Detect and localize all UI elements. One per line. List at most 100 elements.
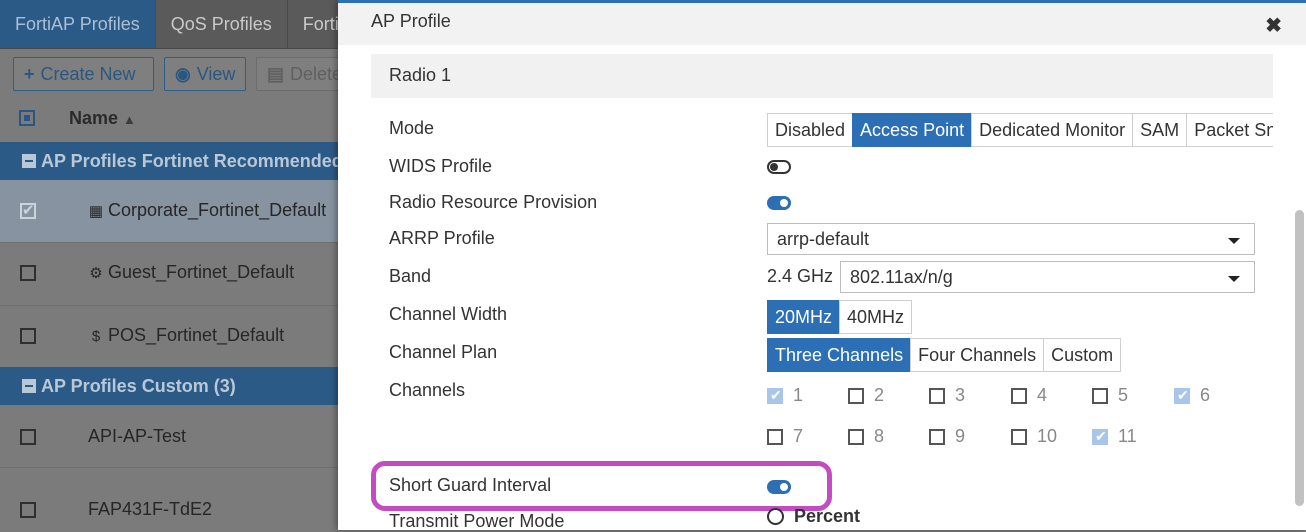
tab-fortiap-profiles[interactable]: FortiAP Profiles <box>0 0 156 48</box>
select-all-checkbox[interactable] <box>19 110 35 126</box>
channel-width-selector: 20MHz 40MHz <box>767 300 913 334</box>
band-label: Band <box>389 266 432 286</box>
table-row[interactable]: ▦Corporate_Fortinet_Default <box>0 180 340 243</box>
mode-option-disabled[interactable]: Disabled <box>767 113 854 147</box>
view-label: View <box>196 64 236 84</box>
create-new-button[interactable]: + Create New <box>13 57 154 91</box>
row-name: $ POS_Fortinet_Default <box>88 325 284 346</box>
wids-profile-label: WIDS Profile <box>389 156 493 176</box>
table-row[interactable]: ⚙ Guest_Fortinet_Default <box>0 243 340 306</box>
wids-profile-toggle[interactable] <box>767 160 791 174</box>
view-button[interactable]: ◉ View <box>164 57 246 91</box>
channel-checkbox[interactable] <box>1174 387 1190 404</box>
tab-qos-profiles[interactable]: QoS Profiles <box>156 0 288 48</box>
dollar-icon: $ <box>91 328 101 345</box>
mode-option-packet-sniffer[interactable]: Packet Sn <box>1186 113 1273 147</box>
group-row-custom[interactable]: AP Profiles Custom (3) <box>0 367 340 405</box>
short-guard-interval-highlight <box>371 461 832 511</box>
percent-radio[interactable] <box>767 508 784 525</box>
user-gear-icon: ⚙ <box>89 265 103 282</box>
modal-header: AP Profile ✖ <box>338 3 1306 45</box>
row-name: ▦ Corporate_Fortinet_Default <box>88 200 326 221</box>
channel-width-40mhz[interactable]: 40MHz <box>839 300 913 334</box>
building-icon: ▦ <box>88 203 104 220</box>
collapse-icon <box>22 379 36 393</box>
mode-option-sam[interactable]: SAM <box>1132 113 1188 147</box>
channels-label: Channels <box>389 380 466 400</box>
band-select[interactable]: 802.11ax/n/g <box>840 261 1255 293</box>
row-name-text: API-AP-Test <box>88 426 187 446</box>
channel-label: 3 <box>955 385 966 405</box>
group-label-recommended: AP Profiles Fortinet Recommended - <box>41 151 340 171</box>
channel-width-20mhz[interactable]: 20MHz <box>767 300 841 334</box>
row-checkbox[interactable] <box>20 328 36 344</box>
mode-option-access-point[interactable]: Access Point <box>852 113 973 147</box>
mode-selector: Disabled Access Point Dedicated Monitor … <box>767 113 1273 147</box>
channel-checkbox[interactable] <box>929 388 945 404</box>
channel-plan-selector: Three Channels Four Channels Custom <box>767 338 1122 372</box>
channel-checkbox[interactable] <box>1092 388 1108 404</box>
plus-icon: + <box>24 64 35 84</box>
create-new-label: Create New <box>40 64 136 84</box>
profile-tabs: FortiAP Profiles QoS Profiles Forti <box>0 0 355 49</box>
name-header-label: Name <box>69 108 119 128</box>
table-row[interactable]: FAP431F-TdE2 <box>0 468 340 530</box>
row-checkbox[interactable] <box>20 429 36 445</box>
table-row[interactable]: API-AP-Test <box>0 405 340 468</box>
row-checkbox[interactable] <box>20 502 36 518</box>
channel-label: 1 <box>793 385 804 405</box>
channel-checkbox[interactable] <box>1092 428 1108 445</box>
close-icon[interactable]: ✖ <box>1265 13 1282 38</box>
channel-label: 10 <box>1037 426 1058 446</box>
transmit-power-mode-label: Transmit Power Mode <box>389 511 565 531</box>
channel-plan-four[interactable]: Four Channels <box>910 338 1045 372</box>
row-name-text: Corporate_Fortinet_Default <box>108 200 327 220</box>
mode-label: Mode <box>389 118 435 138</box>
sort-icon: ▲︎ <box>123 112 136 127</box>
toggle-knob <box>780 483 788 491</box>
channel-checkbox[interactable] <box>767 387 783 404</box>
channel-label: 8 <box>874 426 885 446</box>
group-label-custom: AP Profiles Custom (3) <box>41 376 236 396</box>
channel-checkbox[interactable] <box>767 429 783 445</box>
chevron-down-icon <box>1228 238 1240 244</box>
channel-checkbox[interactable] <box>848 429 864 445</box>
radio-resource-provision-toggle[interactable] <box>767 196 791 210</box>
channel-label: 4 <box>1037 385 1048 405</box>
toolbar: + Create New ◉ View ▤ Delete <box>0 48 368 98</box>
scrollbar-thumb[interactable] <box>1295 210 1304 506</box>
channel-checkbox[interactable] <box>1011 429 1027 445</box>
channel-label: 6 <box>1200 385 1211 405</box>
row-name-text: POS_Fortinet_Default <box>108 325 285 345</box>
background-page: FortiAP Profiles QoS Profiles Forti + Cre… <box>0 0 368 530</box>
band-value: 802.11ax/n/g <box>850 267 953 287</box>
channel-label: 9 <box>955 426 966 446</box>
channel-label: 11 <box>1118 426 1137 446</box>
channel-plan-custom[interactable]: Custom <box>1043 338 1122 372</box>
row-checkbox[interactable] <box>20 265 36 281</box>
band-frequency: 2.4 GHz <box>767 266 834 286</box>
arrp-profile-label: ARRP Profile <box>389 228 495 248</box>
modal-title: AP Profile <box>371 11 451 31</box>
radio-section-header[interactable]: Radio 1 <box>371 54 1273 98</box>
group-row-recommended[interactable]: AP Profiles Fortinet Recommended - <box>0 142 340 180</box>
row-checkbox[interactable] <box>20 201 36 219</box>
short-guard-interval-toggle[interactable] <box>767 480 791 494</box>
arrp-profile-value: arrp-default <box>777 229 870 249</box>
row-name-text: Guest_Fortinet_Default <box>108 262 295 282</box>
channel-label: 7 <box>793 426 804 446</box>
toggle-knob <box>770 163 778 171</box>
channel-width-label: Channel Width <box>389 304 508 324</box>
channel-checkbox[interactable] <box>848 388 864 404</box>
mode-option-dedicated-monitor[interactable]: Dedicated Monitor <box>971 113 1134 147</box>
channel-plan-three[interactable]: Three Channels <box>767 338 912 372</box>
row-name: ⚙ Guest_Fortinet_Default <box>88 262 294 283</box>
name-column-header[interactable]: Name ▲︎ <box>69 108 136 129</box>
collapse-icon <box>22 154 36 168</box>
chevron-down-icon <box>1228 276 1240 282</box>
channel-checkbox[interactable] <box>929 429 945 445</box>
trash-icon: ▤ <box>267 64 285 84</box>
table-row[interactable]: $ POS_Fortinet_Default <box>0 306 340 368</box>
channel-checkbox[interactable] <box>1011 388 1027 404</box>
arrp-profile-select[interactable]: arrp-default <box>767 223 1255 255</box>
